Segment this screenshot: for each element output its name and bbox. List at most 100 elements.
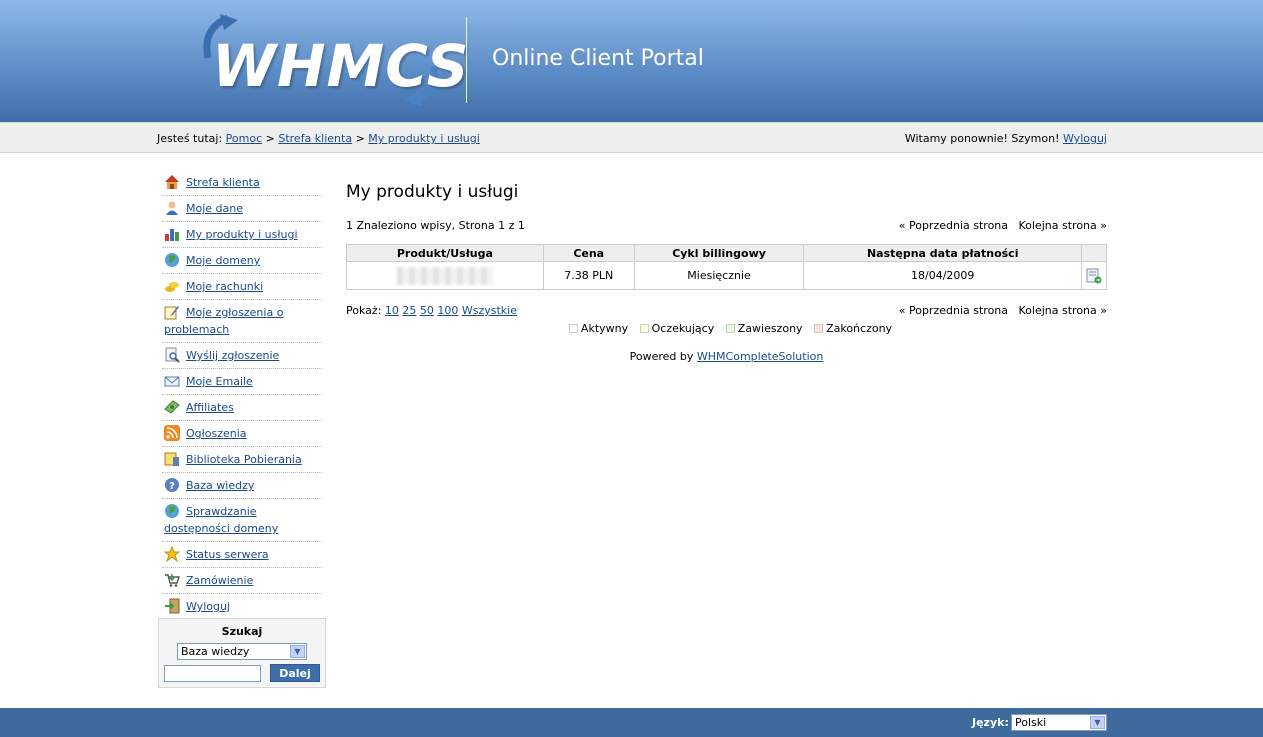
results-summary: 1 Znaleziono wpisy, Strona 1 z 1 (346, 219, 525, 232)
breadcrumb-bar: Jesteś tutaj: Pomoc > Strefa klienta > M… (0, 122, 1263, 153)
svg-text:?: ? (169, 481, 175, 492)
breadcrumb-link-products[interactable]: My produkty i usługi (368, 132, 480, 145)
sidebar-item-label[interactable]: Ogłoszenia (186, 427, 247, 440)
prev-page-link[interactable]: « Poprzednia strona (899, 304, 1008, 317)
legend-swatch-suspended (725, 324, 735, 333)
sidebar-item-order[interactable]: Zamówienie (162, 568, 322, 594)
breadcrumb-link-client-area[interactable]: Strefa klienta (278, 132, 352, 145)
powered-by: Powered by WHMCompleteSolution (346, 350, 1107, 363)
legend-swatch-pending (639, 324, 649, 333)
sidebar-item-open-ticket[interactable]: Wyślij zgłoszenie (162, 343, 322, 369)
bar-chart-icon (165, 229, 179, 241)
next-page-link[interactable]: Kolejna strona » (1019, 304, 1107, 317)
table-row: 7.38 PLN Miesięcznie 18/04/2009 (346, 261, 1108, 290)
help-icon: ? (165, 478, 179, 492)
legend-swatch-active (568, 324, 578, 333)
next-page-link[interactable]: Kolejna strona » (1019, 219, 1107, 232)
sidebar-item-client-area[interactable]: Strefa klienta (162, 170, 322, 196)
cell-billing-cycle: Miesięcznie (633, 261, 805, 290)
sidebar-item-affiliates[interactable]: Affiliates (162, 395, 322, 421)
sidebar-item-logout[interactable]: Wyloguj (162, 594, 322, 620)
column-header-next-due[interactable]: Następna data płatności (803, 244, 1082, 262)
products-table: Produkt/Usługa Cena Cykl billingowy Nast… (346, 244, 1108, 290)
breadcrumb-prefix: Jesteś tutaj: (157, 132, 223, 145)
chevron-down-icon[interactable]: ▼ (1090, 716, 1105, 729)
show-10-link[interactable]: 10 (385, 304, 399, 317)
legend-label-pending: Oczekujący (651, 322, 715, 335)
view-details-icon[interactable] (1086, 268, 1102, 284)
column-header-price[interactable]: Cena (542, 244, 635, 262)
sidebar-item-emails[interactable]: Moje Emaile (162, 369, 322, 395)
sidebar-item-label[interactable]: Biblioteka Pobierania (186, 453, 302, 466)
logout-link[interactable]: Wyloguj (1063, 132, 1107, 145)
show-25-link[interactable]: 25 (402, 304, 416, 317)
main-content: My produkty i usługi 1 Znaleziono wpisy,… (346, 180, 1108, 363)
pagination-bottom: « Poprzednia strona Kolejna strona » (899, 304, 1107, 317)
search-panel: Szukaj Baza wiedzy ▼ Dalej (158, 618, 326, 688)
sidebar-item-domain-checker[interactable]: Sprawdzanie dostępności domeny (162, 499, 322, 542)
search-category-value: Baza wiedzy (181, 645, 250, 658)
legend-label-active: Aktywny (580, 322, 629, 335)
user-icon (166, 201, 178, 215)
cart-icon (165, 574, 180, 587)
breadcrumb: Jesteś tutaj: Pomoc > Strefa klienta > M… (157, 132, 480, 145)
sidebar-item-downloads[interactable]: Biblioteka Pobierania (162, 447, 322, 473)
ticket-edit-icon (164, 306, 179, 320)
show-all-link[interactable]: Wszystkie (462, 304, 517, 317)
sidebar-item-tickets[interactable]: Moje zgłoszenia o problemach (162, 300, 322, 343)
sidebar-item-my-details[interactable]: Moje dane (162, 196, 322, 222)
search-category-select[interactable]: Baza wiedzy ▼ (177, 643, 307, 660)
header-banner: WHMCS Online Client Portal (0, 0, 1263, 122)
sidebar-item-server-status[interactable]: Status serwera (162, 542, 322, 568)
redacted-product-name (396, 266, 493, 285)
column-header-product[interactable]: Produkt/Usługa (346, 244, 544, 262)
search-input[interactable] (164, 665, 261, 682)
footer-bar: Język: Polski ▼ (0, 708, 1263, 737)
chevron-down-icon[interactable]: ▼ (290, 645, 305, 658)
pagination-top: « Poprzednia strona Kolejna strona » (899, 219, 1107, 232)
sidebar-item-domains[interactable]: Moje domeny (162, 248, 322, 274)
sidebar-item-label[interactable]: Wyślij zgłoszenie (186, 349, 279, 362)
language-select[interactable]: Polski ▼ (1011, 714, 1107, 731)
sidebar-item-products[interactable]: My produkty i usługi (162, 222, 322, 248)
language-label: Język: (972, 716, 1009, 729)
sidebar-item-label[interactable]: Affiliates (186, 401, 234, 414)
sidebar-item-label[interactable]: Wyloguj (186, 600, 230, 613)
powered-link[interactable]: WHMCompleteSolution (697, 350, 823, 363)
results-summary-row: 1 Znaleziono wpisy, Strona 1 z 1 « Poprz… (346, 219, 1107, 235)
sidebar-item-label[interactable]: Baza wiedzy (186, 479, 254, 492)
page-title: My produkty i usługi (346, 182, 519, 202)
sidebar-item-label[interactable]: Moje zgłoszenia o problemach (164, 306, 283, 336)
welcome-text: Witamy ponownie! Szymon! (904, 132, 1060, 145)
show-50-link[interactable]: 50 (420, 304, 434, 317)
header-divider (466, 17, 467, 103)
search-submit-button[interactable]: Dalej (270, 664, 320, 682)
cell-product (346, 261, 544, 290)
sidebar-item-label[interactable]: Zamówienie (186, 574, 253, 587)
column-header-billing-cycle[interactable]: Cykl billingowy (633, 244, 805, 262)
prev-page-link[interactable]: « Poprzednia strona (899, 219, 1008, 232)
sidebar-item-label[interactable]: My produkty i usługi (186, 228, 298, 241)
sidebar-item-announcements[interactable]: Ogłoszenia (162, 421, 322, 447)
sidebar-item-knowledgebase[interactable]: ? Baza wiedzy (162, 473, 322, 499)
sidebar-item-invoices[interactable]: Moje rachunki (162, 274, 322, 300)
cell-price: 7.38 PLN (542, 261, 635, 290)
download-icon (164, 452, 179, 466)
sidebar-item-label[interactable]: Moje rachunki (186, 280, 263, 293)
breadcrumb-link-help[interactable]: Pomoc (226, 132, 262, 145)
sidebar-item-label[interactable]: Status serwera (186, 548, 269, 561)
breadcrumb-separator: > (355, 132, 365, 145)
show-label: Pokaż: (346, 304, 382, 317)
whmcs-logo[interactable]: WHMCS (198, 14, 469, 108)
sidebar-item-label[interactable]: Moje domeny (186, 254, 260, 267)
sidebar-item-label[interactable]: Sprawdzanie dostępności domeny (164, 505, 278, 535)
sidebar-item-label[interactable]: Moje Emaile (186, 375, 253, 388)
sidebar-item-label[interactable]: Strefa klienta (186, 176, 260, 189)
show-100-link[interactable]: 100 (437, 304, 458, 317)
sidebar-item-label[interactable]: Moje dane (186, 202, 243, 215)
status-legend: Aktywny Oczekujący Zawieszony Zakończony (346, 322, 1107, 338)
home-icon (165, 175, 179, 189)
cell-next-due: 18/04/2009 (803, 261, 1082, 290)
globe-icon (165, 253, 179, 267)
logo-text: WHMCS (212, 32, 470, 100)
